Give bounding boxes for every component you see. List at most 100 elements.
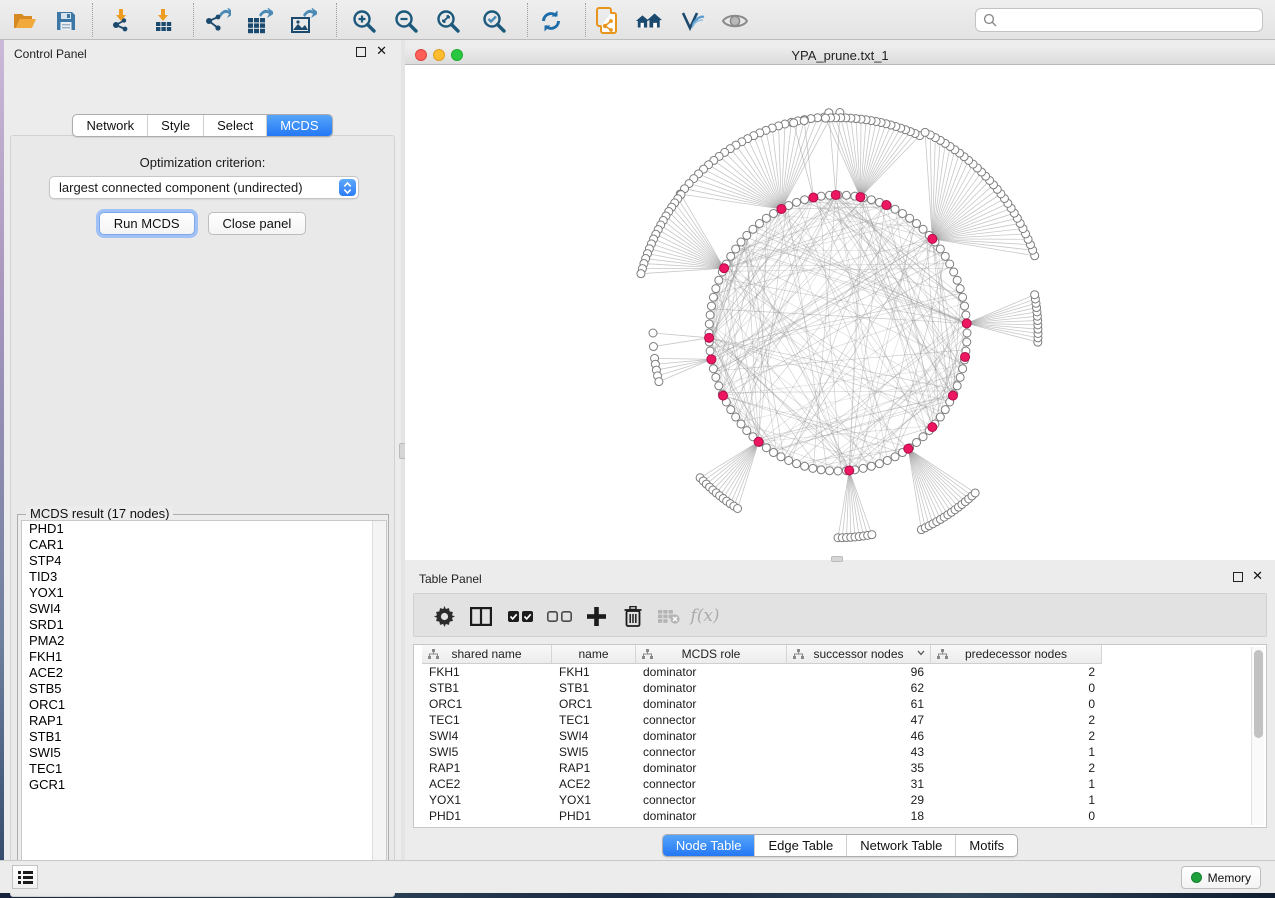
mcds-result-item[interactable]: TID3 — [22, 569, 386, 585]
table-row[interactable]: RAP1RAP1dominator352 — [422, 760, 1102, 776]
memory-button[interactable]: Memory — [1181, 866, 1261, 889]
table-cell[interactable]: 1 — [931, 744, 1102, 760]
table-row[interactable]: ORC1ORC1dominator610 — [422, 696, 1102, 712]
table-row[interactable]: STB1STB1dominator620 — [422, 680, 1102, 696]
table-cell[interactable]: TEC1 — [422, 712, 552, 728]
tab-mcds[interactable]: MCDS — [266, 115, 331, 136]
import-table-icon[interactable] — [150, 7, 178, 35]
table-cell[interactable]: 61 — [787, 696, 931, 712]
table-cell[interactable]: 35 — [787, 760, 931, 776]
mcds-result-item[interactable]: YOX1 — [22, 585, 386, 601]
mcds-result-item[interactable]: ACE2 — [22, 665, 386, 681]
home-pages-icon[interactable] — [635, 7, 663, 35]
table-cell[interactable]: 43 — [787, 744, 931, 760]
table-cell[interactable]: SWI4 — [422, 728, 552, 744]
show-hide-icon[interactable] — [721, 7, 749, 35]
table-cell[interactable]: SWI4 — [552, 728, 636, 744]
add-column-icon[interactable] — [581, 602, 611, 630]
table-cell[interactable]: 2 — [931, 664, 1102, 680]
mcds-result-item[interactable]: PMA2 — [22, 633, 386, 649]
tab-style[interactable]: Style — [147, 115, 203, 136]
table-cell[interactable]: YOX1 — [552, 792, 636, 808]
table-row[interactable]: FKH1FKH1dominator962 — [422, 664, 1102, 680]
table-scrollbar-thumb[interactable] — [1254, 650, 1263, 738]
close-table-panel-icon[interactable]: ✕ — [1252, 569, 1263, 583]
table-cell[interactable]: connector — [636, 776, 787, 792]
mcds-result-item[interactable]: PHD1 — [22, 521, 386, 537]
close-panel-button[interactable]: Close panel — [208, 212, 307, 235]
zoom-in-icon[interactable] — [350, 7, 378, 35]
table-cell[interactable]: PHD1 — [552, 808, 636, 824]
mcds-result-item[interactable]: SWI4 — [22, 601, 386, 617]
float-panel-icon[interactable] — [356, 47, 366, 57]
table-cell[interactable]: STB1 — [552, 680, 636, 696]
mcds-result-item[interactable]: GCR1 — [22, 777, 386, 793]
refresh-layout-icon[interactable] — [537, 7, 565, 35]
column-header-name[interactable]: name — [552, 645, 636, 664]
network-canvas[interactable] — [405, 65, 1275, 560]
table-cell[interactable]: connector — [636, 792, 787, 808]
table-cell[interactable]: dominator — [636, 760, 787, 776]
table-settings-icon[interactable] — [429, 602, 459, 630]
table-cell[interactable]: 47 — [787, 712, 931, 728]
column-header-successor-nodes[interactable]: successor nodes — [787, 645, 931, 664]
table-cell[interactable]: 18 — [787, 808, 931, 824]
search-input[interactable] — [1002, 13, 1262, 27]
zoom-fit-icon[interactable] — [434, 7, 462, 35]
table-cell[interactable]: ACE2 — [552, 776, 636, 792]
mcds-result-item[interactable]: STB5 — [22, 681, 386, 697]
table-cell[interactable]: connector — [636, 744, 787, 760]
share-network-icon[interactable] — [593, 7, 621, 35]
table-cell[interactable]: TEC1 — [552, 712, 636, 728]
export-image-icon[interactable] — [289, 7, 317, 35]
float-table-panel-icon[interactable] — [1233, 572, 1243, 582]
mcds-result-item[interactable]: RAP1 — [22, 713, 386, 729]
table-cell[interactable]: 0 — [931, 808, 1102, 824]
zoom-selected-icon[interactable] — [480, 7, 508, 35]
mcds-result-item[interactable]: TEC1 — [22, 761, 386, 777]
table-cell[interactable]: dominator — [636, 696, 787, 712]
mcds-result-item[interactable]: SWI5 — [22, 745, 386, 761]
table-cell[interactable]: 1 — [931, 776, 1102, 792]
table-cell[interactable]: FKH1 — [552, 664, 636, 680]
table-cell[interactable]: 0 — [931, 696, 1102, 712]
select-all-icon[interactable] — [505, 602, 535, 630]
tab-edge-table[interactable]: Edge Table — [754, 835, 846, 856]
mcds-result-item[interactable]: CAR1 — [22, 537, 386, 553]
table-cell[interactable]: RAP1 — [422, 760, 552, 776]
table-cell[interactable]: 0 — [931, 680, 1102, 696]
table-cell[interactable]: SWI5 — [552, 744, 636, 760]
column-header-shared-name[interactable]: shared name — [422, 645, 552, 664]
tab-node-table[interactable]: Node Table — [663, 835, 755, 856]
tab-select[interactable]: Select — [203, 115, 266, 136]
table-cell[interactable]: dominator — [636, 808, 787, 824]
table-cell[interactable]: 46 — [787, 728, 931, 744]
table-cell[interactable]: ORC1 — [552, 696, 636, 712]
tab-network[interactable]: Network — [73, 115, 147, 136]
table-row[interactable]: PHD1PHD1dominator180 — [422, 808, 1102, 824]
table-cell[interactable]: RAP1 — [552, 760, 636, 776]
table-cell[interactable]: dominator — [636, 728, 787, 744]
network-titlebar[interactable]: YPA_prune.txt_1 — [405, 45, 1275, 65]
table-row[interactable]: YOX1YOX1connector291 — [422, 792, 1102, 808]
table-row[interactable]: SWI5SWI5connector431 — [422, 744, 1102, 760]
search-field[interactable] — [975, 8, 1263, 32]
table-cell[interactable]: 29 — [787, 792, 931, 808]
table-cell[interactable]: 31 — [787, 776, 931, 792]
table-row[interactable]: ACE2ACE2connector311 — [422, 776, 1102, 792]
table-cell[interactable]: 1 — [931, 792, 1102, 808]
mcds-result-item[interactable]: STP4 — [22, 553, 386, 569]
run-mcds-button[interactable]: Run MCDS — [99, 212, 195, 235]
mcds-result-item[interactable]: SRD1 — [22, 617, 386, 633]
table-cell[interactable]: dominator — [636, 680, 787, 696]
table-cell[interactable]: connector — [636, 712, 787, 728]
deselect-all-icon[interactable] — [544, 602, 574, 630]
table-row[interactable]: TEC1TEC1connector472 — [422, 712, 1102, 728]
mcds-result-item[interactable]: ORC1 — [22, 697, 386, 713]
table-cell[interactable]: 2 — [931, 728, 1102, 744]
export-table-icon[interactable] — [245, 7, 273, 35]
open-file-icon[interactable] — [11, 7, 39, 35]
table-cell[interactable]: 2 — [931, 712, 1102, 728]
import-network-icon[interactable] — [108, 7, 136, 35]
table-cell[interactable]: dominator — [636, 664, 787, 680]
